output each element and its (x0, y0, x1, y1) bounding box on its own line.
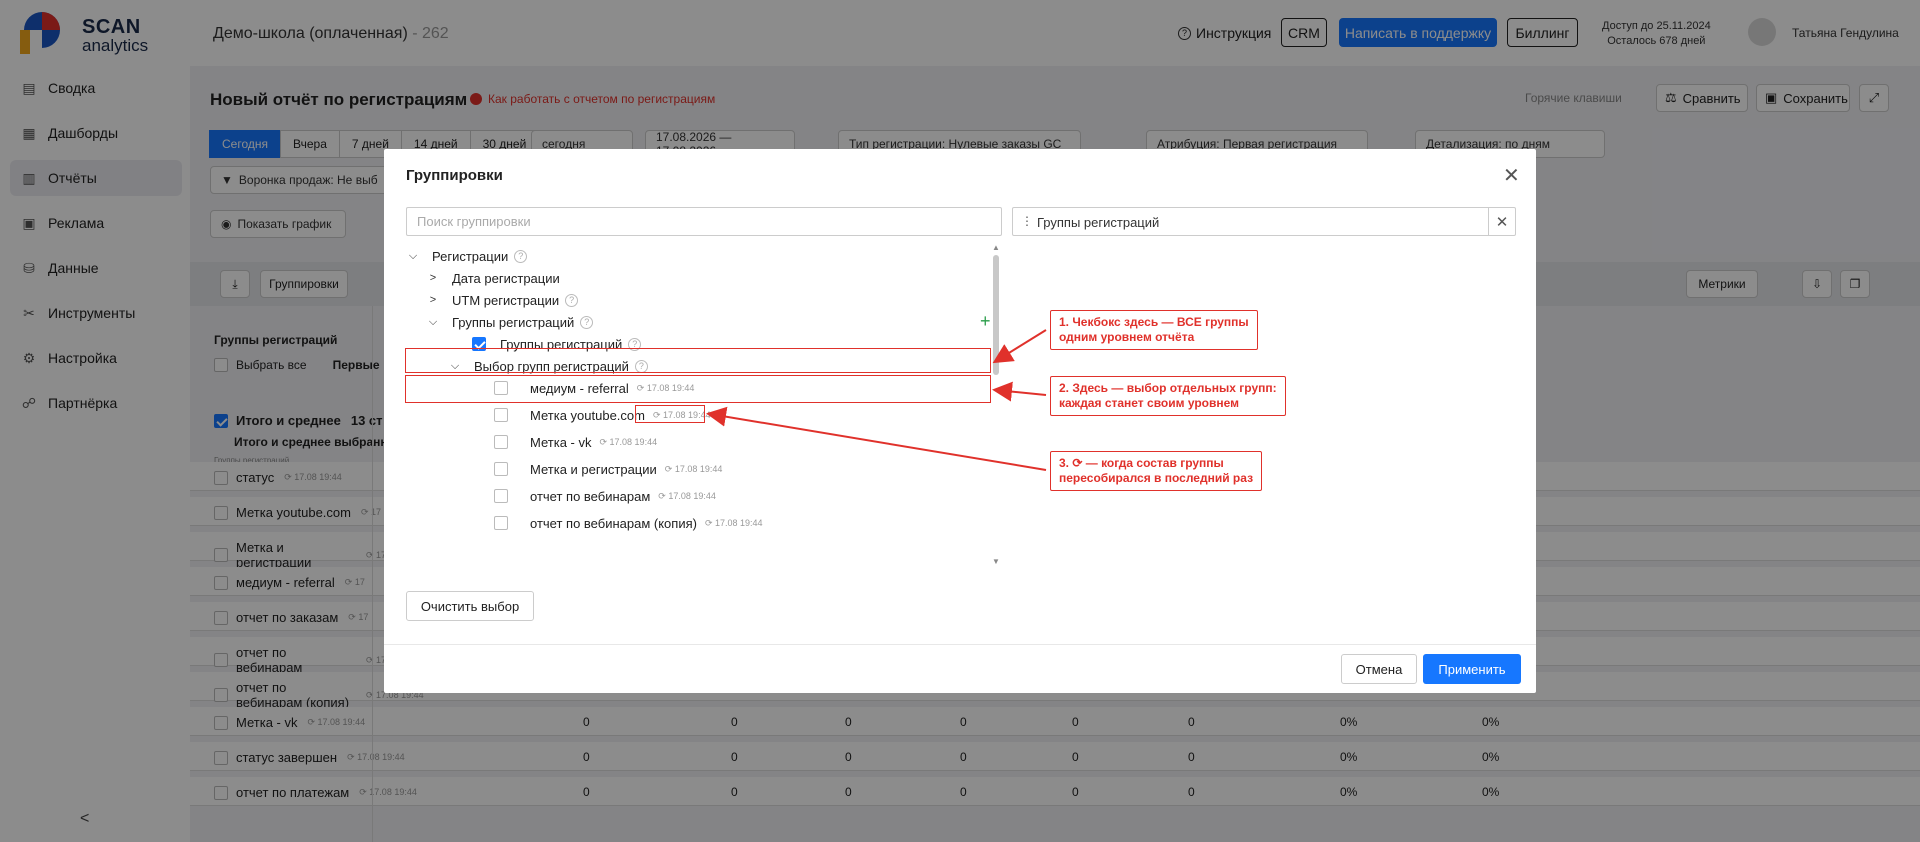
callout-2-line2: каждая станет своим уровнем (1059, 396, 1240, 410)
tree-node-utm[interactable]: > UTM регистрации? (426, 289, 579, 311)
callout-3: 3. ⟳ — когда состав группы пересобирался … (1050, 451, 1263, 491)
tree-node-label: UTM регистрации (452, 292, 560, 308)
group-checkbox[interactable] (494, 462, 508, 476)
group-list-item[interactable]: Метка и регистрации ⟳ 17.08 19:44 (494, 458, 722, 480)
tree-node-label: Регистрации (432, 248, 509, 264)
group-list-item[interactable]: Метка - vk ⟳ 17.08 19:44 (494, 431, 657, 453)
chevron-down-icon[interactable]: ⌵ (426, 316, 440, 329)
clear-selection-button[interactable]: Очистить выбор (406, 591, 534, 621)
scroll-up-icon[interactable]: ▲ (992, 243, 1000, 252)
annotation-box-groups-checkbox (405, 348, 991, 373)
refresh-timestamp: ⟳ 17.08 19:44 (665, 464, 723, 475)
cancel-button[interactable]: Отмена (1341, 654, 1417, 684)
group-label: Метка и регистрации (530, 461, 657, 477)
help-icon[interactable]: ? (514, 249, 528, 263)
drag-handle-icon[interactable]: ⋮ (1021, 214, 1033, 228)
callout-1-line1: 1. Чекбокс здесь — ВСЕ группы (1059, 315, 1249, 329)
modal-title: Группировки (406, 167, 503, 184)
annotation-box-pick-groups (405, 375, 991, 403)
tree-node-groups[interactable]: ⌵ Группы регистраций? (426, 311, 594, 333)
tree-node-registrations[interactable]: ⌵ Регистрации? (406, 245, 528, 267)
tree-node-date[interactable]: > Дата регистрации (426, 267, 560, 289)
refresh-timestamp: ⟳ 17.08 19:44 (658, 491, 716, 502)
group-label: отчет по вебинарам (530, 488, 651, 504)
close-icon[interactable]: ✕ (1503, 163, 1520, 188)
modal-divider (384, 644, 1536, 645)
group-label: Метка - vk (530, 434, 592, 450)
chevron-right-icon[interactable]: > (426, 272, 440, 284)
group-checkbox[interactable] (494, 408, 508, 422)
timestamp-label: 17.08 19:44 (715, 517, 763, 528)
tree-node-label: Группы регистраций (452, 314, 575, 330)
selected-groupings: ⋮ Группы регистраций ✕ (1012, 207, 1516, 236)
remove-grouping-icon[interactable]: ✕ (1488, 208, 1515, 235)
group-label: отчет по вебинарам (копия) (530, 515, 697, 531)
selected-grouping-label: Группы регистраций (1037, 215, 1160, 230)
grouping-search-input[interactable]: Поиск группировки (406, 207, 1002, 236)
callout-3-line1: 3. ⟳ — когда состав группы (1059, 456, 1224, 470)
groupings-modal: Группировки ✕ Поиск группировки ⋮ Группы… (384, 149, 1536, 693)
timestamp-label: 17.08 19:44 (674, 463, 723, 474)
tree-scrollbar[interactable]: ▲ ▼ (992, 243, 1000, 569)
callout-3-line2: пересобирался в последний раз (1059, 471, 1254, 485)
refresh-icon: ⟳ (664, 463, 675, 474)
refresh-icon: ⟳ (704, 517, 715, 528)
apply-button[interactable]: Применить (1423, 654, 1521, 684)
refresh-icon: ⟳ (658, 490, 669, 501)
refresh-timestamp: ⟳ 17.08 19:44 (599, 437, 657, 448)
chevron-down-icon[interactable]: ⌵ (406, 250, 420, 263)
callout-2-line1: 2. Здесь — выбор отдельных групп: (1059, 381, 1277, 395)
timestamp-label: 17.08 19:44 (609, 436, 658, 447)
timestamp-label: 17.08 19:44 (668, 490, 716, 501)
group-checkbox[interactable] (494, 516, 508, 530)
group-checkbox[interactable] (494, 435, 508, 449)
chevron-right-icon[interactable]: > (426, 294, 440, 306)
refresh-icon: ⟳ (599, 436, 610, 447)
callout-1: 1. Чекбокс здесь — ВСЕ группы одним уровн… (1050, 310, 1258, 350)
group-label: Метка youtube.com (530, 407, 645, 423)
callout-2: 2. Здесь — выбор отдельных групп: каждая … (1050, 376, 1286, 416)
scroll-down-icon[interactable]: ▼ (992, 557, 1000, 566)
group-list-item[interactable]: отчет по вебинарам (копия) ⟳ 17.08 19:44 (494, 512, 763, 534)
annotation-box-timestamp (635, 405, 705, 423)
callout-1-line2: одним уровнем отчёта (1059, 330, 1195, 344)
scroll-thumb[interactable] (993, 255, 999, 375)
tree-node-label: Дата регистрации (452, 270, 560, 286)
refresh-timestamp: ⟳ 17.08 19:44 (705, 518, 763, 529)
help-icon[interactable]: ? (580, 315, 594, 329)
group-list-item[interactable]: отчет по вебинарам ⟳ 17.08 19:44 (494, 485, 716, 507)
add-group-icon[interactable]: + (980, 311, 991, 332)
help-icon[interactable]: ? (565, 293, 579, 307)
group-checkbox[interactable] (494, 489, 508, 503)
